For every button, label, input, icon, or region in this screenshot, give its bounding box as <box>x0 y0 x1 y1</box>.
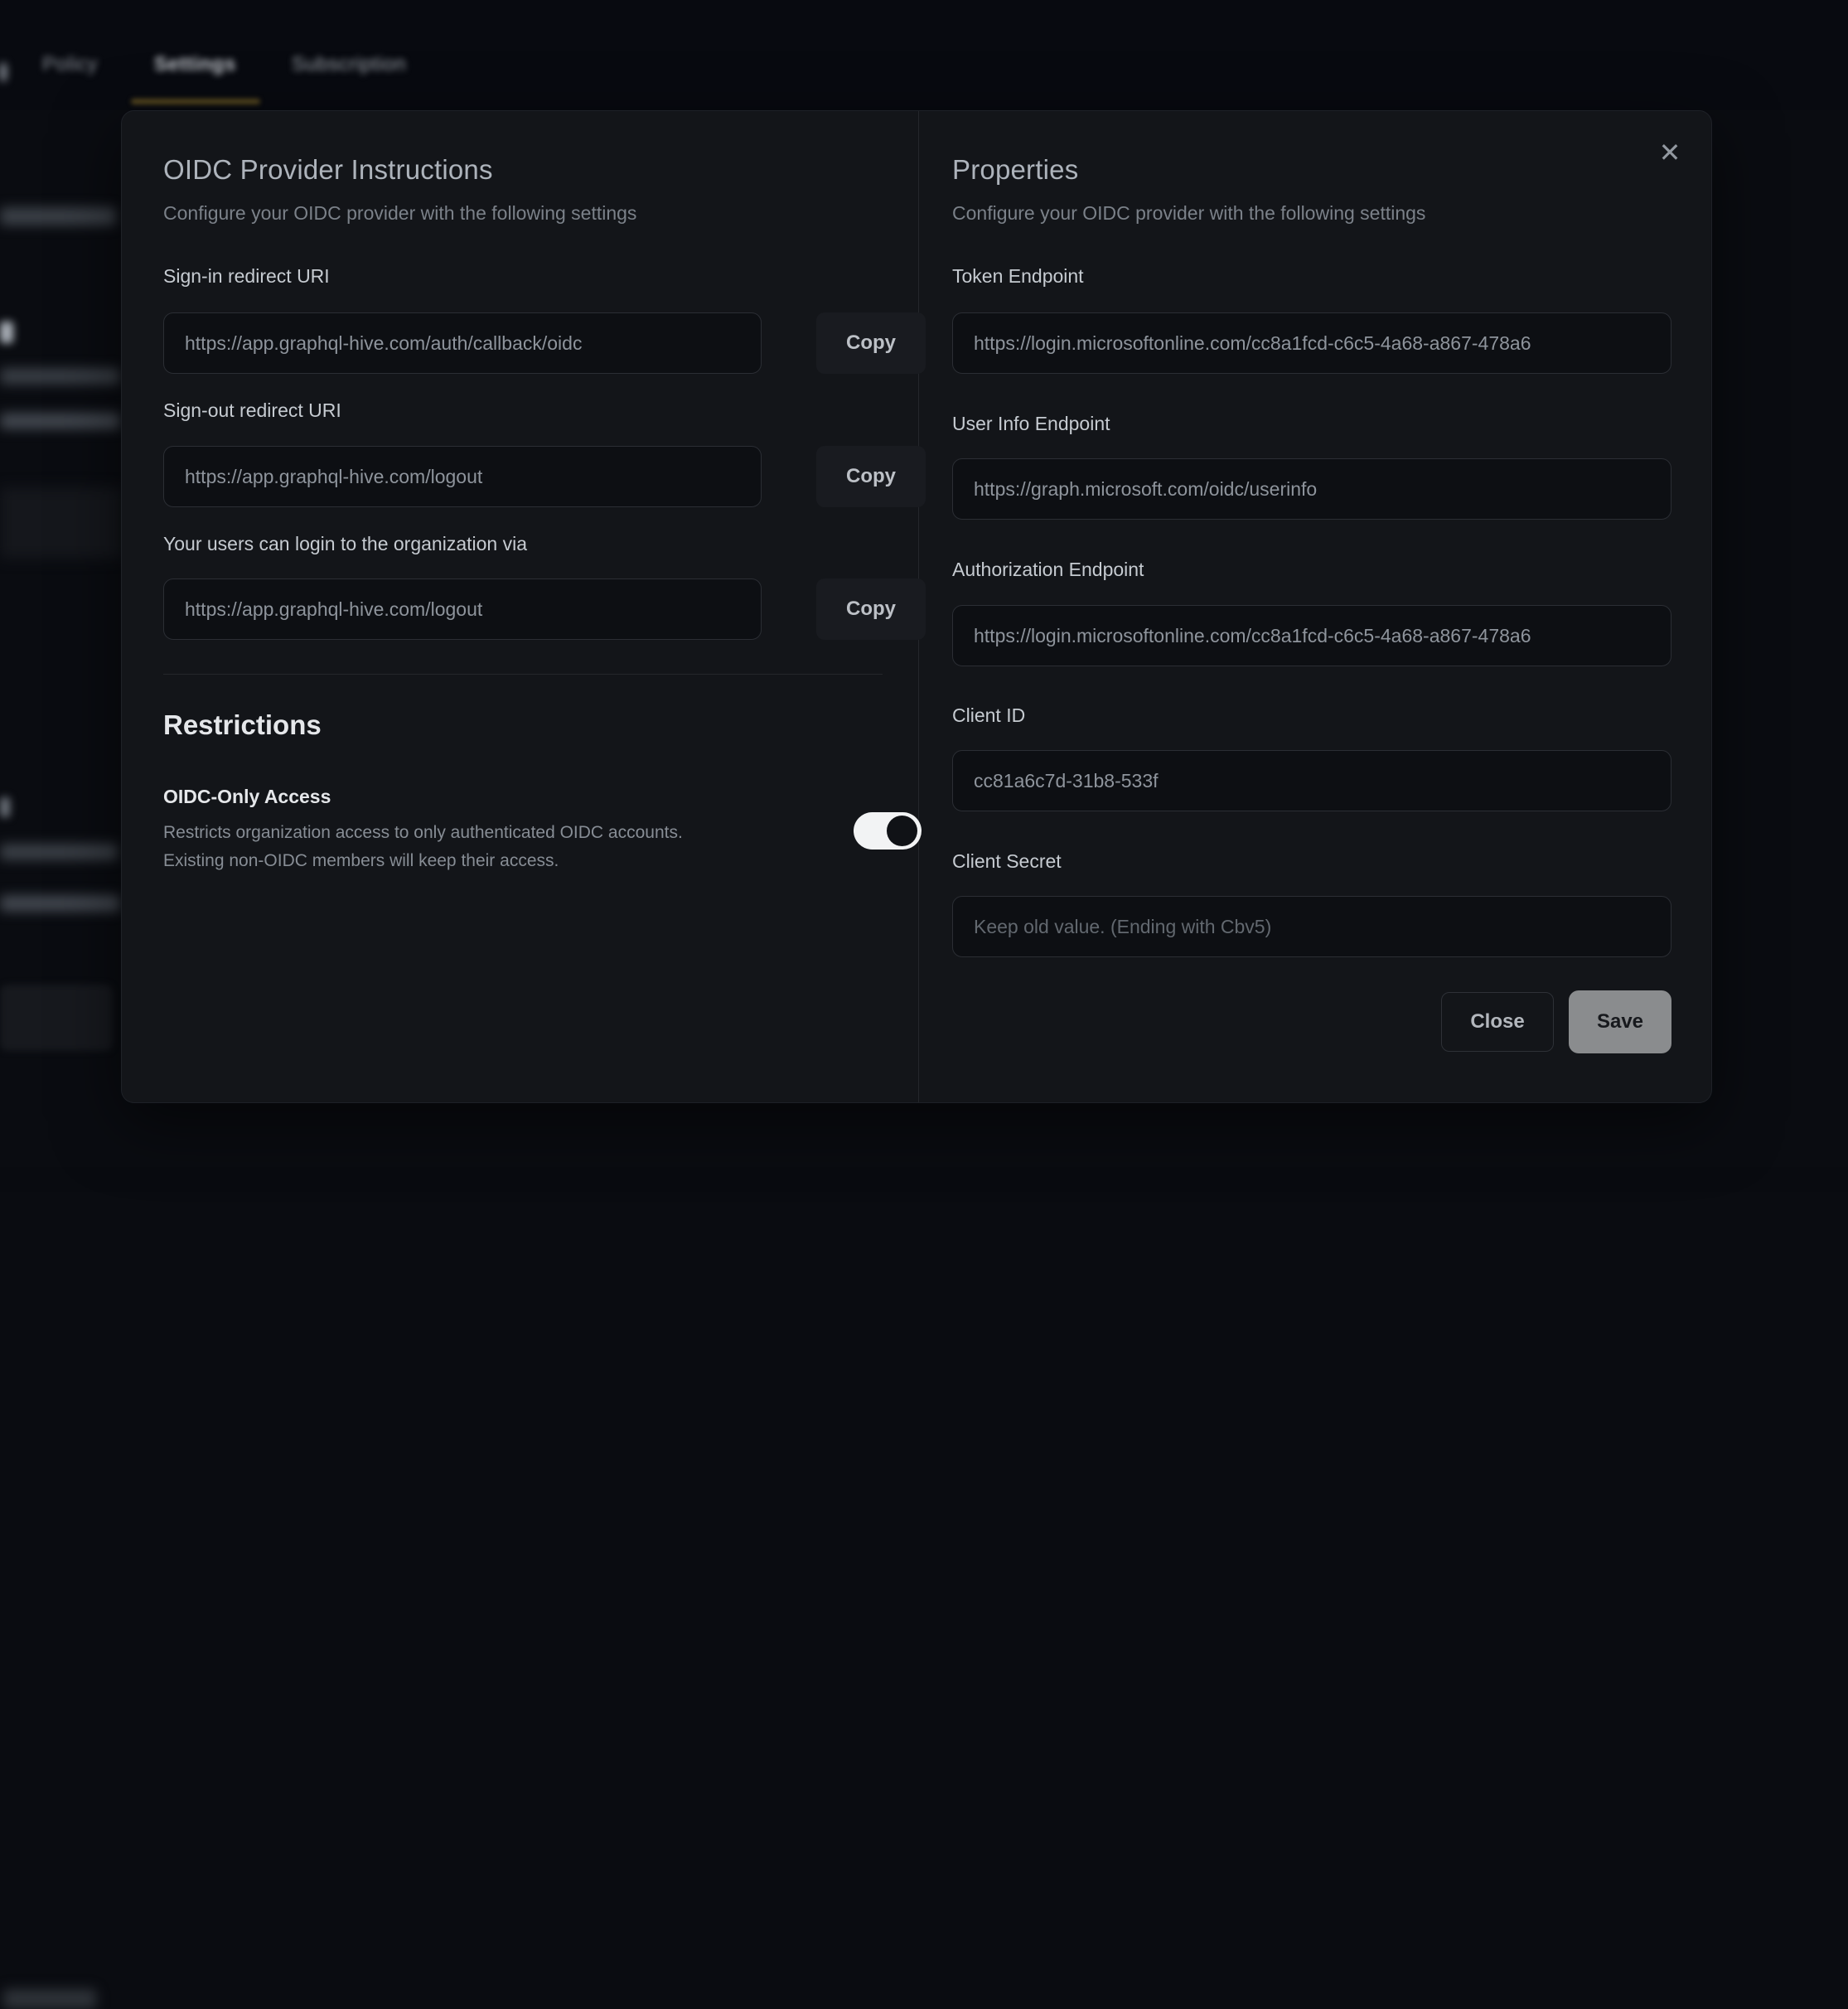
top-nav-band <box>0 0 1848 110</box>
close-icon[interactable]: ✕ <box>1652 134 1688 171</box>
signout-redirect-uri-input[interactable] <box>163 446 762 507</box>
bottom-band <box>0 1167 1848 1192</box>
instructions-title: OIDC Provider Instructions <box>163 154 493 186</box>
properties-title: Properties <box>952 154 1078 186</box>
oidc-only-access-label: OIDC-Only Access <box>163 786 331 808</box>
toggle-thumb <box>887 816 917 846</box>
signout-redirect-uri-label: Sign-out redirect URI <box>163 399 341 422</box>
copy-login-via-button[interactable]: Copy <box>816 578 926 640</box>
blurred-fragment <box>0 63 7 81</box>
signin-redirect-uri-label: Sign-in redirect URI <box>163 265 330 288</box>
blurred-icon <box>0 322 13 343</box>
blurred-text-line <box>0 368 120 385</box>
authorization-endpoint-input[interactable] <box>952 605 1671 666</box>
oidc-only-access-description-line1: Restricts organization access to only au… <box>163 819 683 847</box>
blurred-text-line <box>0 895 120 912</box>
close-button[interactable]: Close <box>1441 992 1554 1052</box>
blurred-panel <box>0 487 122 559</box>
save-button[interactable]: Save <box>1569 990 1671 1053</box>
token-endpoint-input[interactable] <box>952 312 1671 374</box>
blurred-button-label <box>3 1989 96 2009</box>
copy-signout-uri-button[interactable]: Copy <box>816 446 926 507</box>
user-info-endpoint-input[interactable] <box>952 458 1671 520</box>
tab-subscription: Subscription <box>292 53 406 76</box>
client-id-input[interactable] <box>952 750 1671 811</box>
authorization-endpoint-label: Authorization Endpoint <box>952 559 1144 581</box>
tab-settings: Settings <box>154 53 236 76</box>
blurred-button <box>0 985 113 1051</box>
user-info-endpoint-label: User Info Endpoint <box>952 413 1110 435</box>
instructions-subtitle: Configure your OIDC provider with the fo… <box>163 202 636 225</box>
tab-policy: Policy <box>42 53 98 76</box>
oidc-only-access-description-line2: Existing non-OIDC members will keep thei… <box>163 847 559 875</box>
token-endpoint-label: Token Endpoint <box>952 265 1084 288</box>
blurred-fragment <box>0 797 10 817</box>
blurred-text-line <box>0 207 116 225</box>
login-via-label: Your users can login to the organization… <box>163 533 527 555</box>
copy-signin-uri-button[interactable]: Copy <box>816 312 926 374</box>
oidc-settings-modal: ✕ OIDC Provider Instructions Configure y… <box>121 110 1712 1103</box>
oidc-only-access-toggle[interactable] <box>854 812 922 850</box>
client-id-label: Client ID <box>952 704 1025 727</box>
section-divider <box>163 674 883 675</box>
restrictions-title: Restrictions <box>163 709 322 741</box>
signin-redirect-uri-input[interactable] <box>163 312 762 374</box>
login-via-input[interactable] <box>163 578 762 640</box>
client-secret-label: Client Secret <box>952 850 1062 873</box>
properties-subtitle: Configure your OIDC provider with the fo… <box>952 202 1425 225</box>
client-secret-input[interactable] <box>952 896 1671 957</box>
active-tab-indicator <box>131 99 260 104</box>
blurred-text-line <box>0 413 120 429</box>
blurred-text-line <box>0 844 118 860</box>
